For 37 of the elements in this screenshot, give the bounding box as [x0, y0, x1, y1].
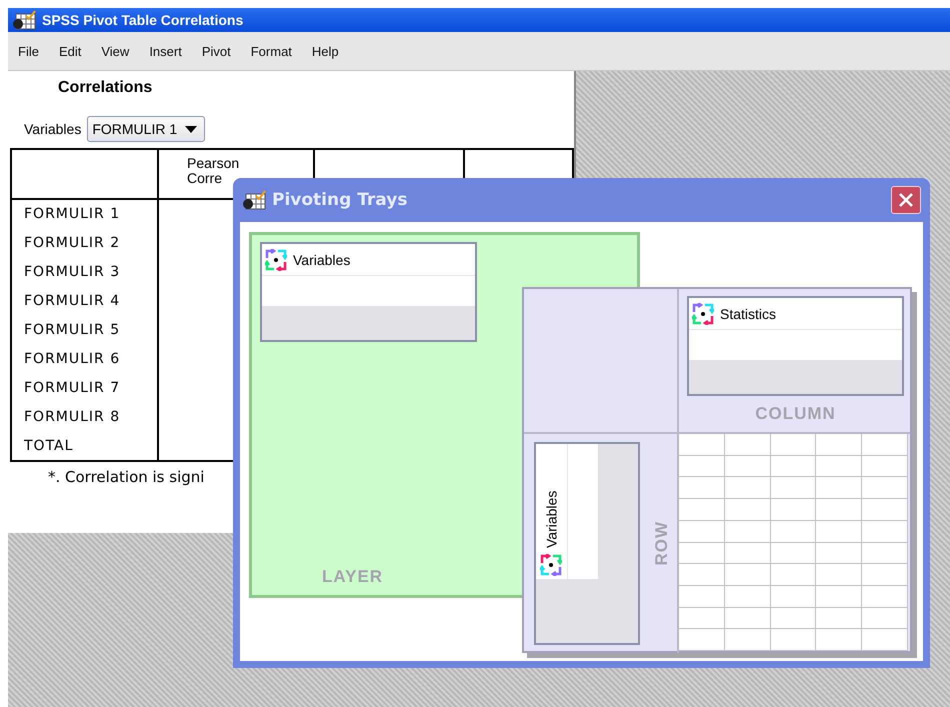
menu-item[interactable]: Format	[244, 44, 306, 58]
row-label: FORMULIR 3	[24, 264, 120, 280]
dialog-title: Pivoting Trays	[272, 190, 408, 210]
menu-item[interactable]: Edit	[52, 44, 96, 58]
row-label: FORMULIR 5	[24, 322, 120, 338]
tray-item[interactable]: Variables	[262, 244, 475, 276]
tray-label: LAYER	[322, 567, 384, 587]
window-title: SPSS Pivot Table Correlations	[42, 12, 244, 28]
menu-item[interactable]: Insert	[143, 44, 196, 58]
row-label: FORMULIR 4	[24, 293, 120, 310]
row-label: FORMULIR 8	[24, 408, 120, 425]
row-label: FORMULIR 1	[24, 206, 120, 222]
spreadsheet-icon	[12, 10, 36, 30]
menu-item[interactable]: Pivot	[196, 44, 245, 58]
column-header: Pearson Corre	[187, 156, 240, 186]
layer-label: Variables	[24, 121, 82, 137]
report-title: Correlations	[57, 78, 154, 97]
caret-icon	[185, 126, 198, 132]
row-label: TOTAL	[24, 438, 74, 454]
pivot-icon	[265, 248, 287, 270]
close-button[interactable]	[891, 186, 921, 214]
menu-item[interactable]: View	[95, 44, 144, 58]
row-label: FORMULIR 6	[24, 350, 120, 367]
tray-item[interactable]: Statistics	[689, 298, 902, 330]
row-label: FORMULIR 2	[24, 235, 120, 252]
row-label: FORMULIR 7	[24, 380, 120, 396]
spreadsheet-icon	[242, 190, 266, 210]
tray-label: COLUMN	[754, 404, 837, 424]
menu-item[interactable]: Help	[306, 44, 353, 58]
layer-dropdown[interactable]: FORMULIR 1	[87, 116, 206, 142]
close-icon	[899, 193, 913, 207]
menu-item[interactable]: File	[12, 44, 53, 58]
tray-item[interactable]: Variables	[536, 444, 568, 579]
footnote: *. Correlation is signi	[47, 467, 206, 486]
tray-label: ROW	[652, 521, 672, 566]
pivot-icon	[540, 554, 562, 576]
pivot-icon	[692, 302, 714, 324]
